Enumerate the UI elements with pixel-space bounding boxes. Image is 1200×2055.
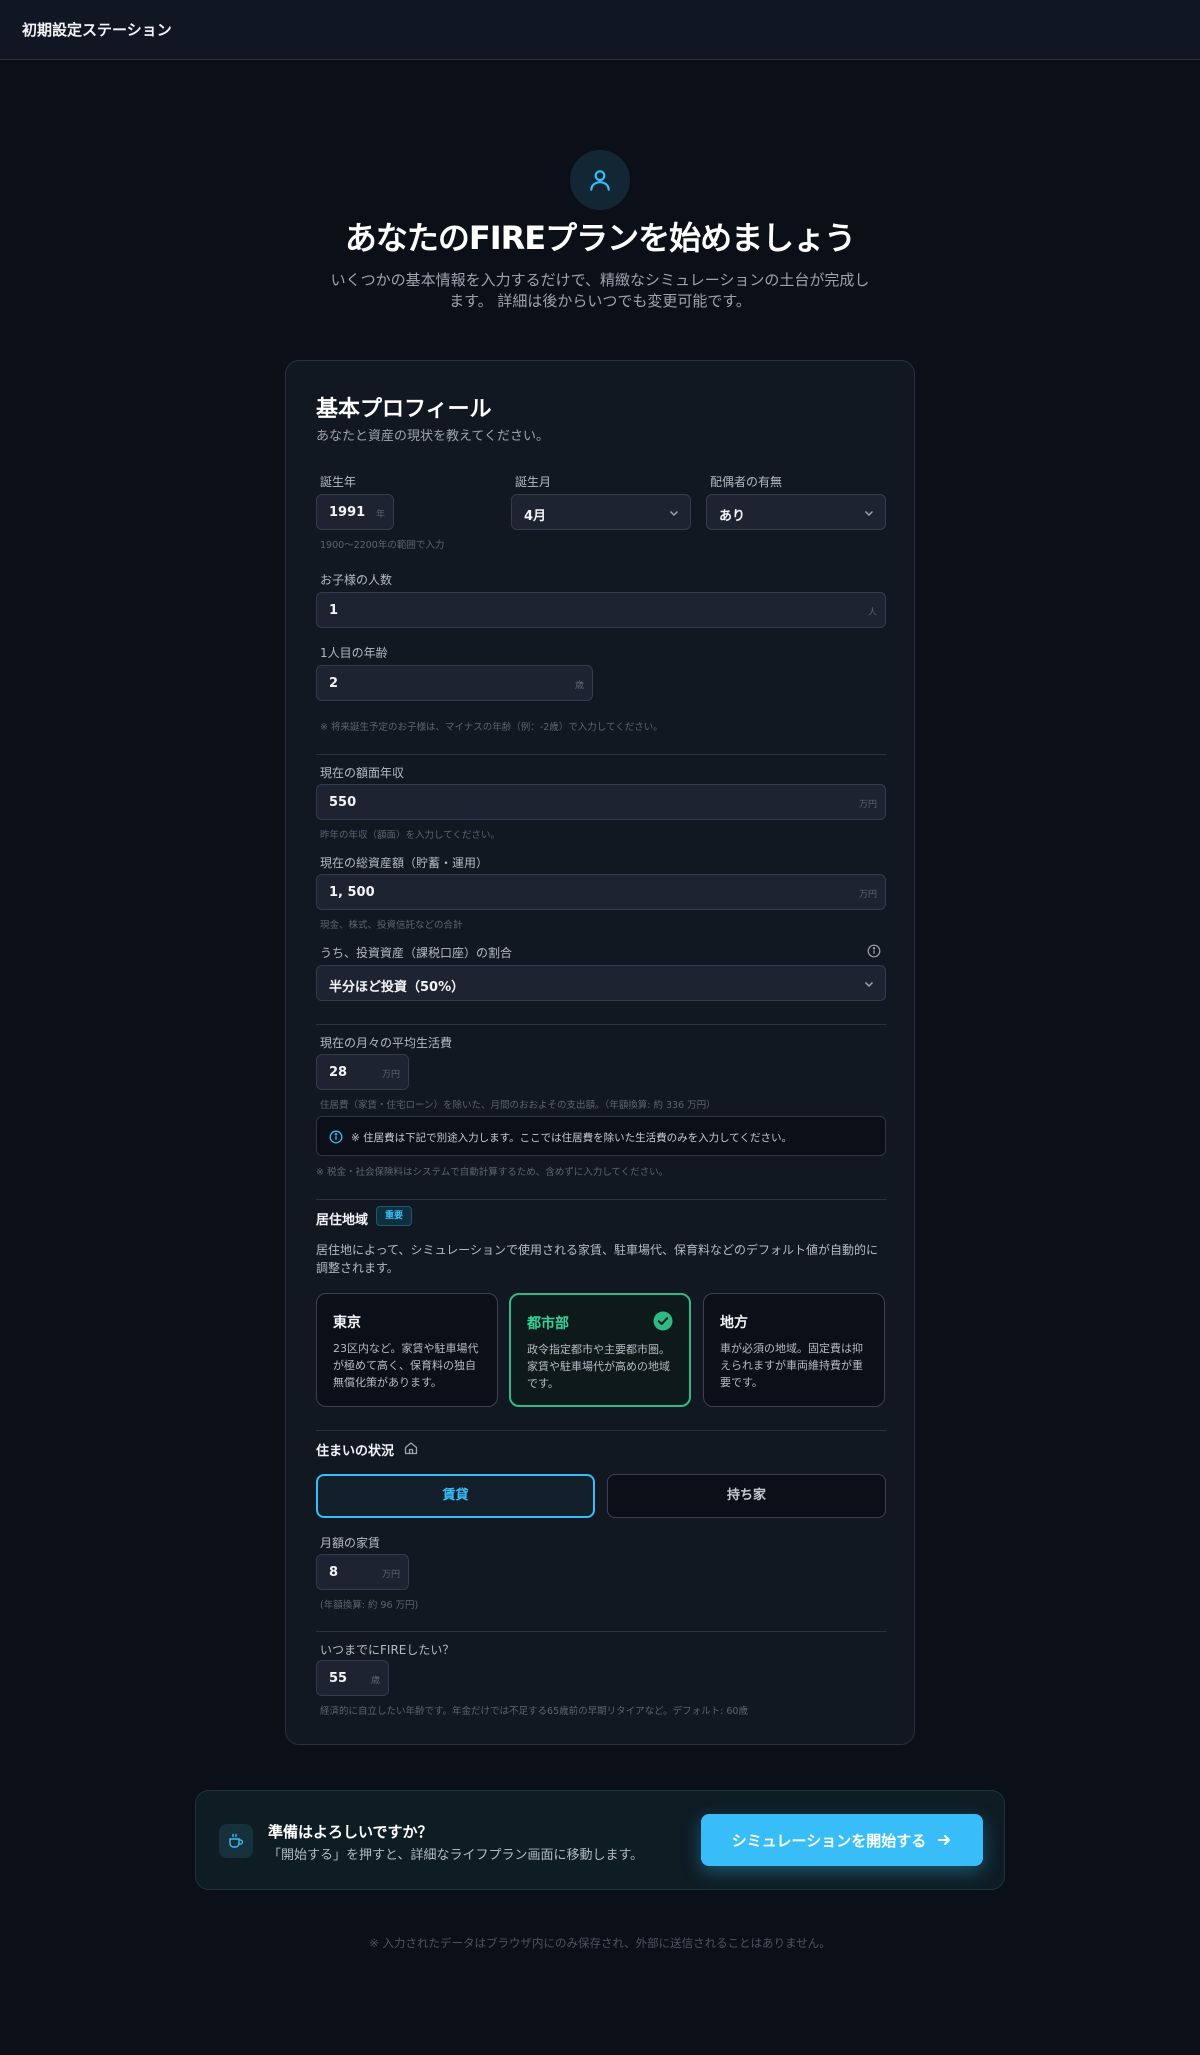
spouse-select[interactable]: あり [706,494,886,530]
ready-subtitle: 「開始する」を押すと、詳細なライフプラン画面に移動します。 [268,1848,644,1863]
info-icon[interactable] [867,944,881,958]
invest-ratio-select[interactable]: 半分ほど投資（50%） [316,965,886,1001]
profile-subtitle: あなたと資産の現状を教えてください。 [316,429,549,444]
app-title: 初期設定ステーション [22,21,172,39]
living-cost-label: 現在の月々の平均生活費 [320,1036,453,1050]
income-label: 現在の額面年収 [320,766,405,780]
info-icon [329,1130,343,1144]
spouse-label: 配偶者の有無 [710,475,783,489]
child1-age-input[interactable]: 2 歳 [316,665,593,701]
living-cost-value: 28 [329,1065,348,1080]
rent-unit: 万円 [381,1570,400,1580]
birth-month-label: 誕生月 [515,475,552,489]
birth-year-unit: 年 [375,510,385,520]
divider [316,754,886,755]
profile-card: 基本プロフィール あなたと資産の現状を教えてください。 誕生年 1991 年 1… [285,360,915,1745]
privacy-note: ※ 入力されたデータはブラウザ内にのみ保存され、外部に送信されることはありません… [369,1936,831,1950]
coffee-icon [219,1824,253,1858]
housing-option-rent[interactable]: 賃貸 [316,1474,595,1518]
birth-year-label: 誕生年 [320,475,357,489]
spouse-value: あり [719,509,746,524]
page-subtitle-line1: いくつかの基本情報を入力するだけで、精緻なシミュレーションの土台が完成し [330,271,870,289]
region-option-desc: 政令指定都市や主要都市圏。家賃や駐車場代が高めの地域です。 [527,1343,670,1390]
region-option-title: 東京 [333,1315,361,1331]
assets-label: 現在の総資産額（貯蓄・運用） [320,856,489,870]
income-hint: 昨年の年収（額面）を入力してください。 [320,830,500,841]
fire-age-label: いつまでにFIREしたい？ [320,1643,455,1657]
housing-title: 住まいの状況 [316,1444,395,1459]
fire-age-input[interactable]: 55 歳 [316,1660,389,1696]
divider [316,1024,886,1025]
income-input[interactable]: 550 万円 [316,784,886,820]
chevron-down-icon [864,981,874,988]
divider [316,1631,886,1632]
region-option-urban[interactable]: 都市部 政令指定都市や主要都市圏。家賃や駐車場代が高めの地域です。 [509,1293,691,1407]
rent-hint: (年額換算: 約 96 万円) [320,1600,419,1611]
divider [316,1430,886,1431]
assets-unit: 万円 [858,890,877,900]
living-cost-note-text: ※ 住居費は下記で別途入力します。ここでは住居費を除いた生活費のみを入力してくだ… [351,1132,792,1144]
children-input[interactable]: 1 人 [316,592,886,628]
region-desc: 居住地によって、シミュレーションで使用される家賃、駐車場代、保育料などのデフォル… [316,1243,878,1275]
children-label: お子様の人数 [320,573,393,587]
ready-title: 準備はよろしいですか？ [268,1823,433,1841]
birth-year-value: 1991 [329,505,366,520]
region-option-title: 地方 [720,1315,748,1331]
start-panel: 準備はよろしいですか？ 「開始する」を押すと、詳細なライフプラン画面に移動します… [195,1790,1005,1890]
chevron-down-icon [669,510,679,517]
children-unit: 人 [867,608,877,618]
rent-label: 月額の家賃 [320,1536,381,1550]
assets-hint: 現金、株式、投資信託などの合計 [320,920,463,931]
child1-age-value: 2 [329,676,339,691]
region-option-desc: 車が必須の地域。固定費は抑えられますが車両維持費が重要です。 [720,1342,863,1389]
income-unit: 万円 [858,800,877,810]
region-option-title: 都市部 [527,1316,569,1332]
child1-age-hint: ※ 将来誕生予定のお子様は、マイナスの年齢（例：-2歳）で入力してください。 [320,722,663,733]
invest-ratio-label: うち、投資資産（課税口座）の割合 [320,946,513,960]
birth-year-input[interactable]: 1991 年 [316,494,394,530]
top-bar: 初期設定ステーション [0,0,1200,60]
arrow-right-icon [938,1835,951,1845]
region-option-desc: 23区内など。家賃や駐車場代が極めて高く、保育料の独自無償化策があります。 [333,1342,479,1389]
child1-age-unit: 歳 [574,681,584,691]
region-option-tokyo[interactable]: 東京 23区内など。家賃や駐車場代が極めて高く、保育料の独自無償化策があります。 [316,1293,498,1407]
birth-month-value: 4月 [524,509,547,524]
invest-ratio-value: 半分ほど投資（50%） [329,980,465,995]
tax-note: ※ 税金・社会保険料はシステムで自動計算するため、含めずに入力してください。 [316,1167,669,1178]
user-icon [570,150,630,210]
child1-age-label: 1人目の年齢 [320,646,388,660]
living-cost-unit: 万円 [381,1070,400,1080]
profile-title: 基本プロフィール [316,397,492,422]
region-title: 居住地域 [316,1213,369,1228]
start-simulation-label: シミュレーションを開始する [731,1831,927,1850]
assets-value: 1, 500 [329,885,375,900]
page-subtitle: いくつかの基本情報を入力するだけで、精緻なシミュレーションの土台が完成し ます。… [320,270,880,312]
birth-year-hint: 1900〜2200年の範囲で入力 [320,540,445,551]
income-value: 550 [329,795,357,810]
fire-age-unit: 歳 [370,1676,380,1686]
housing-option-own[interactable]: 持ち家 [607,1474,886,1518]
children-value: 1 [329,603,339,618]
fire-age-value: 55 [329,1671,348,1686]
living-cost-note: ※ 住居費は下記で別途入力します。ここでは住居費を除いた生活費のみを入力してくだ… [316,1116,886,1156]
living-cost-input[interactable]: 28 万円 [316,1054,409,1090]
page-subtitle-line2: ます。 詳細は後からいつでも変更可能です。 [449,292,751,310]
rent-value: 8 [329,1565,339,1580]
check-circle-icon [653,1311,673,1331]
assets-input[interactable]: 1, 500 万円 [316,874,886,910]
chevron-down-icon [864,510,874,517]
rent-input[interactable]: 8 万円 [316,1554,409,1590]
start-simulation-button[interactable]: シミュレーションを開始する [701,1814,983,1866]
fire-age-hint: 経済的に自立したい年齢です。年金だけでは不足する65歳前の早期リタイアなど。デフ… [320,1706,748,1717]
divider [316,1199,886,1200]
important-badge: 重要 [376,1206,412,1226]
region-option-rural[interactable]: 地方 車が必須の地域。固定費は抑えられますが車両維持費が重要です。 [703,1293,885,1407]
birth-month-select[interactable]: 4月 [511,494,691,530]
living-cost-hint: 住居費（家賃・住宅ローン）を除いた、月間のおおよその支出額。（年額換算: 約 3… [320,1100,716,1111]
home-icon [404,1442,418,1455]
page-title: あなたのFIREプランを始めましょう [344,219,856,257]
